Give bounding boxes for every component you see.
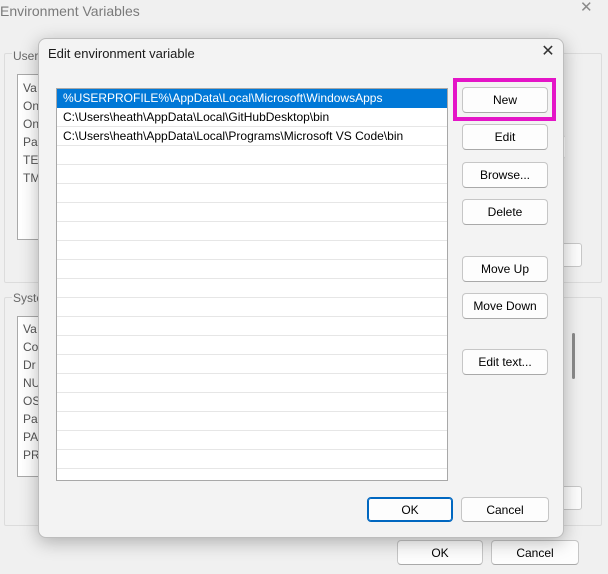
system-list-scrollbar[interactable] <box>572 333 575 379</box>
delete-button[interactable]: Delete <box>462 199 548 225</box>
empty-list-row[interactable] <box>57 260 447 279</box>
list-item[interactable]: %USERPROFILE%\AppData\Local\Microsoft\Wi… <box>57 89 447 108</box>
close-icon[interactable]: ✕ <box>538 42 558 62</box>
window-ok-button[interactable]: OK <box>397 540 483 565</box>
empty-list-row[interactable] <box>57 165 447 184</box>
empty-list-row[interactable] <box>57 412 447 431</box>
move-down-button[interactable]: Move Down <box>462 293 548 319</box>
empty-list-row[interactable] <box>57 431 447 450</box>
ok-button[interactable]: OK <box>367 497 453 522</box>
move-up-button[interactable]: Move Up <box>462 256 548 282</box>
empty-list-row[interactable] <box>57 355 447 374</box>
window-title: Environment Variables <box>0 3 140 19</box>
empty-list-row[interactable] <box>57 393 447 412</box>
user-variables-label: User <box>12 49 40 63</box>
window-cancel-button[interactable]: Cancel <box>491 540 579 565</box>
list-item[interactable]: C:\Users\heath\AppData\Local\Programs\Mi… <box>57 127 447 146</box>
new-button-highlight <box>453 78 556 121</box>
empty-list-row[interactable] <box>57 241 447 260</box>
edit-button[interactable]: Edit <box>462 124 548 150</box>
empty-list-row[interactable] <box>57 317 447 336</box>
close-icon[interactable]: ✕ <box>580 0 593 16</box>
edit-text-button[interactable]: Edit text... <box>462 349 548 375</box>
path-entries-list[interactable]: %USERPROFILE%\AppData\Local\Microsoft\Wi… <box>56 88 448 481</box>
empty-list-row[interactable] <box>57 450 447 469</box>
empty-list-row[interactable] <box>57 279 447 298</box>
empty-list-row[interactable] <box>57 336 447 355</box>
cancel-button[interactable]: Cancel <box>461 497 549 522</box>
dialog-title: Edit environment variable <box>48 46 195 61</box>
empty-list-row[interactable] <box>57 203 447 222</box>
list-item[interactable]: C:\Users\heath\AppData\Local\GitHubDeskt… <box>57 108 447 127</box>
empty-list-row[interactable] <box>57 374 447 393</box>
browse-button[interactable]: Browse... <box>462 162 548 188</box>
empty-list-row[interactable] <box>57 146 447 165</box>
empty-list-row[interactable] <box>57 222 447 241</box>
empty-list-row[interactable] <box>57 184 447 203</box>
empty-list-row[interactable] <box>57 469 447 480</box>
empty-list-row[interactable] <box>57 298 447 317</box>
